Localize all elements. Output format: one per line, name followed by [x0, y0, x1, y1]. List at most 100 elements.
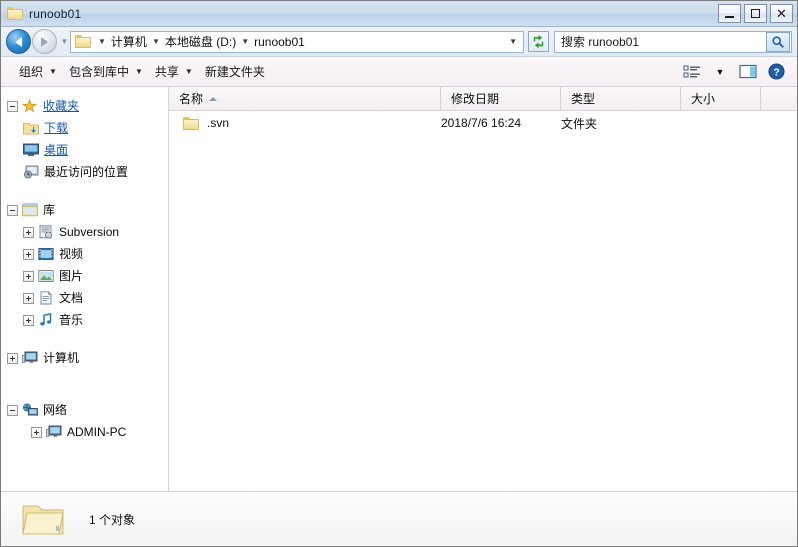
back-button[interactable]	[6, 29, 31, 54]
documents-icon	[38, 291, 54, 305]
library-icon	[22, 203, 38, 217]
view-options-button[interactable]	[679, 61, 705, 83]
address-dropdown-icon[interactable]: ▼	[509, 37, 520, 46]
refresh-button[interactable]	[528, 31, 549, 52]
breadcrumb-local-disk[interactable]: 本地磁盘 (D:)	[165, 33, 236, 50]
column-header-size-label: 大小	[691, 90, 715, 107]
sidebar-item-desktop-label: 桌面	[44, 144, 68, 156]
history-dropdown-icon[interactable]: ▼	[59, 29, 70, 54]
sidebar-item-desktop[interactable]: 桌面	[1, 139, 168, 161]
help-button[interactable]: ?	[763, 61, 789, 83]
column-headers: 名称 修改日期 类型 大小	[169, 87, 797, 111]
computer-icon	[22, 351, 38, 365]
sidebar-item-network[interactable]: 网络	[1, 399, 168, 421]
sidebar-item-documents-label: 文档	[59, 292, 83, 304]
column-header-name[interactable]: 名称	[169, 87, 441, 110]
sidebar-item-libraries[interactable]: 库	[1, 199, 168, 221]
preview-pane-button[interactable]	[735, 61, 761, 83]
file-name-label: .svn	[207, 116, 229, 130]
sidebar-item-pictures-label: 图片	[59, 270, 83, 282]
sidebar-item-documents[interactable]: 文档	[1, 287, 168, 309]
minimize-button[interactable]	[718, 4, 741, 23]
sidebar-item-videos[interactable]: 视频	[1, 243, 168, 265]
expand-expander-icon[interactable]	[31, 427, 42, 438]
sidebar-item-admin-pc-label: ADMIN-PC	[67, 426, 126, 438]
chevron-down-icon: ▼	[135, 67, 143, 76]
breadcrumb-computer[interactable]: 计算机	[111, 33, 147, 50]
window-controls: ✕	[715, 1, 797, 27]
sidebar-group-favorites: 收藏夹 下载	[1, 95, 168, 183]
address-bar[interactable]: ▼ 计算机 ▼ 本地磁盘 (D:) ▼ runoob01 ▼	[70, 31, 524, 53]
column-header-type-label: 类型	[571, 90, 595, 107]
sort-ascending-icon	[209, 97, 217, 101]
close-button[interactable]: ✕	[770, 4, 793, 23]
music-icon	[38, 313, 54, 327]
file-list-pane: 名称 修改日期 类型 大小	[169, 87, 797, 491]
sidebar-item-music[interactable]: 音乐	[1, 309, 168, 331]
toolbar-share[interactable]: 共享 ▼	[149, 60, 199, 83]
column-header-date[interactable]: 修改日期	[441, 87, 561, 110]
column-header-name-label: 名称	[179, 90, 203, 107]
sidebar-item-recent-places[interactable]: 最近访问的位置	[1, 161, 168, 183]
navigation-pane[interactable]: 收藏夹 下载	[1, 87, 169, 491]
forward-button[interactable]	[32, 29, 57, 54]
sidebar-item-favorites-label: 收藏夹	[43, 100, 79, 112]
breadcrumb-runoob01[interactable]: runoob01	[254, 35, 305, 49]
toolbar-new-folder-label: 新建文件夹	[205, 63, 265, 80]
breadcrumb-separator-0[interactable]: ▼	[93, 38, 111, 46]
file-date-label: 2018/7/6 16:24	[441, 116, 521, 130]
file-name-cell[interactable]: .svn	[169, 116, 441, 130]
view-options-dropdown[interactable]: ▼	[707, 61, 733, 83]
sidebar-item-admin-pc[interactable]: ADMIN-PC	[1, 421, 168, 443]
sidebar-group-network: 网络 ADMIN-PC	[1, 399, 168, 443]
sidebar-item-downloads-label: 下载	[44, 122, 68, 134]
expand-expander-icon[interactable]	[7, 353, 18, 364]
search-box[interactable]: 搜索 runoob01	[554, 31, 792, 53]
column-header-filler	[761, 87, 797, 110]
svg-text:?: ?	[773, 67, 779, 78]
maximize-button[interactable]	[744, 4, 767, 23]
download-folder-icon	[23, 121, 39, 135]
sidebar-item-computer[interactable]: 计算机	[1, 347, 168, 369]
chevron-down-icon: ▼	[185, 67, 193, 76]
file-list[interactable]: .svn 2018/7/6 16:24 文件夹	[169, 111, 797, 491]
column-header-type[interactable]: 类型	[561, 87, 681, 110]
sidebar-group-computer: 计算机	[1, 347, 168, 369]
address-bar-row: ▼ ▼ 计算机 ▼ 本地磁盘 (D:) ▼ runoob01 ▼ 搜索 runo…	[1, 27, 797, 57]
breadcrumb-separator-2[interactable]: ▼	[236, 38, 254, 46]
sidebar-item-subversion[interactable]: Subversion	[1, 221, 168, 243]
toolbar-include-in-library[interactable]: 包含到库中 ▼	[63, 60, 149, 83]
collapse-expander-icon[interactable]	[7, 205, 18, 216]
desktop-icon	[23, 143, 39, 157]
toolbar-organize[interactable]: 组织 ▼	[13, 60, 63, 83]
sidebar-item-favorites[interactable]: 收藏夹	[1, 95, 168, 117]
column-header-size[interactable]: 大小	[681, 87, 761, 110]
table-row[interactable]: .svn 2018/7/6 16:24 文件夹	[169, 111, 797, 135]
search-button[interactable]	[766, 32, 790, 52]
sidebar-item-downloads[interactable]: 下载	[1, 117, 168, 139]
title-bar: runoob01 ✕	[1, 1, 797, 27]
help-icon: ?	[768, 63, 785, 80]
expand-expander-icon[interactable]	[23, 315, 34, 326]
status-bar: 1 个对象	[1, 491, 797, 546]
video-icon	[38, 247, 54, 261]
window-body: 收藏夹 下载	[1, 87, 797, 491]
toolbar-share-label: 共享	[155, 63, 179, 80]
collapse-expander-icon[interactable]	[7, 405, 18, 416]
sidebar-item-music-label: 音乐	[59, 314, 83, 326]
expand-expander-icon[interactable]	[23, 227, 34, 238]
search-input[interactable]: 搜索 runoob01	[555, 33, 766, 50]
expand-expander-icon[interactable]	[23, 271, 34, 282]
collapse-expander-icon[interactable]	[7, 101, 18, 112]
expand-expander-icon[interactable]	[23, 293, 34, 304]
sidebar-item-pictures[interactable]: 图片	[1, 265, 168, 287]
view-options-icon	[683, 65, 701, 79]
address-folder-icon	[75, 35, 90, 48]
breadcrumb-separator-1[interactable]: ▼	[147, 38, 165, 46]
toolbar-new-folder[interactable]: 新建文件夹	[199, 60, 271, 83]
sidebar-item-libraries-label: 库	[43, 204, 55, 216]
expand-expander-icon[interactable]	[23, 249, 34, 260]
computer-icon	[46, 425, 62, 439]
folder-icon	[183, 117, 199, 130]
chevron-down-icon: ▼	[49, 67, 57, 76]
